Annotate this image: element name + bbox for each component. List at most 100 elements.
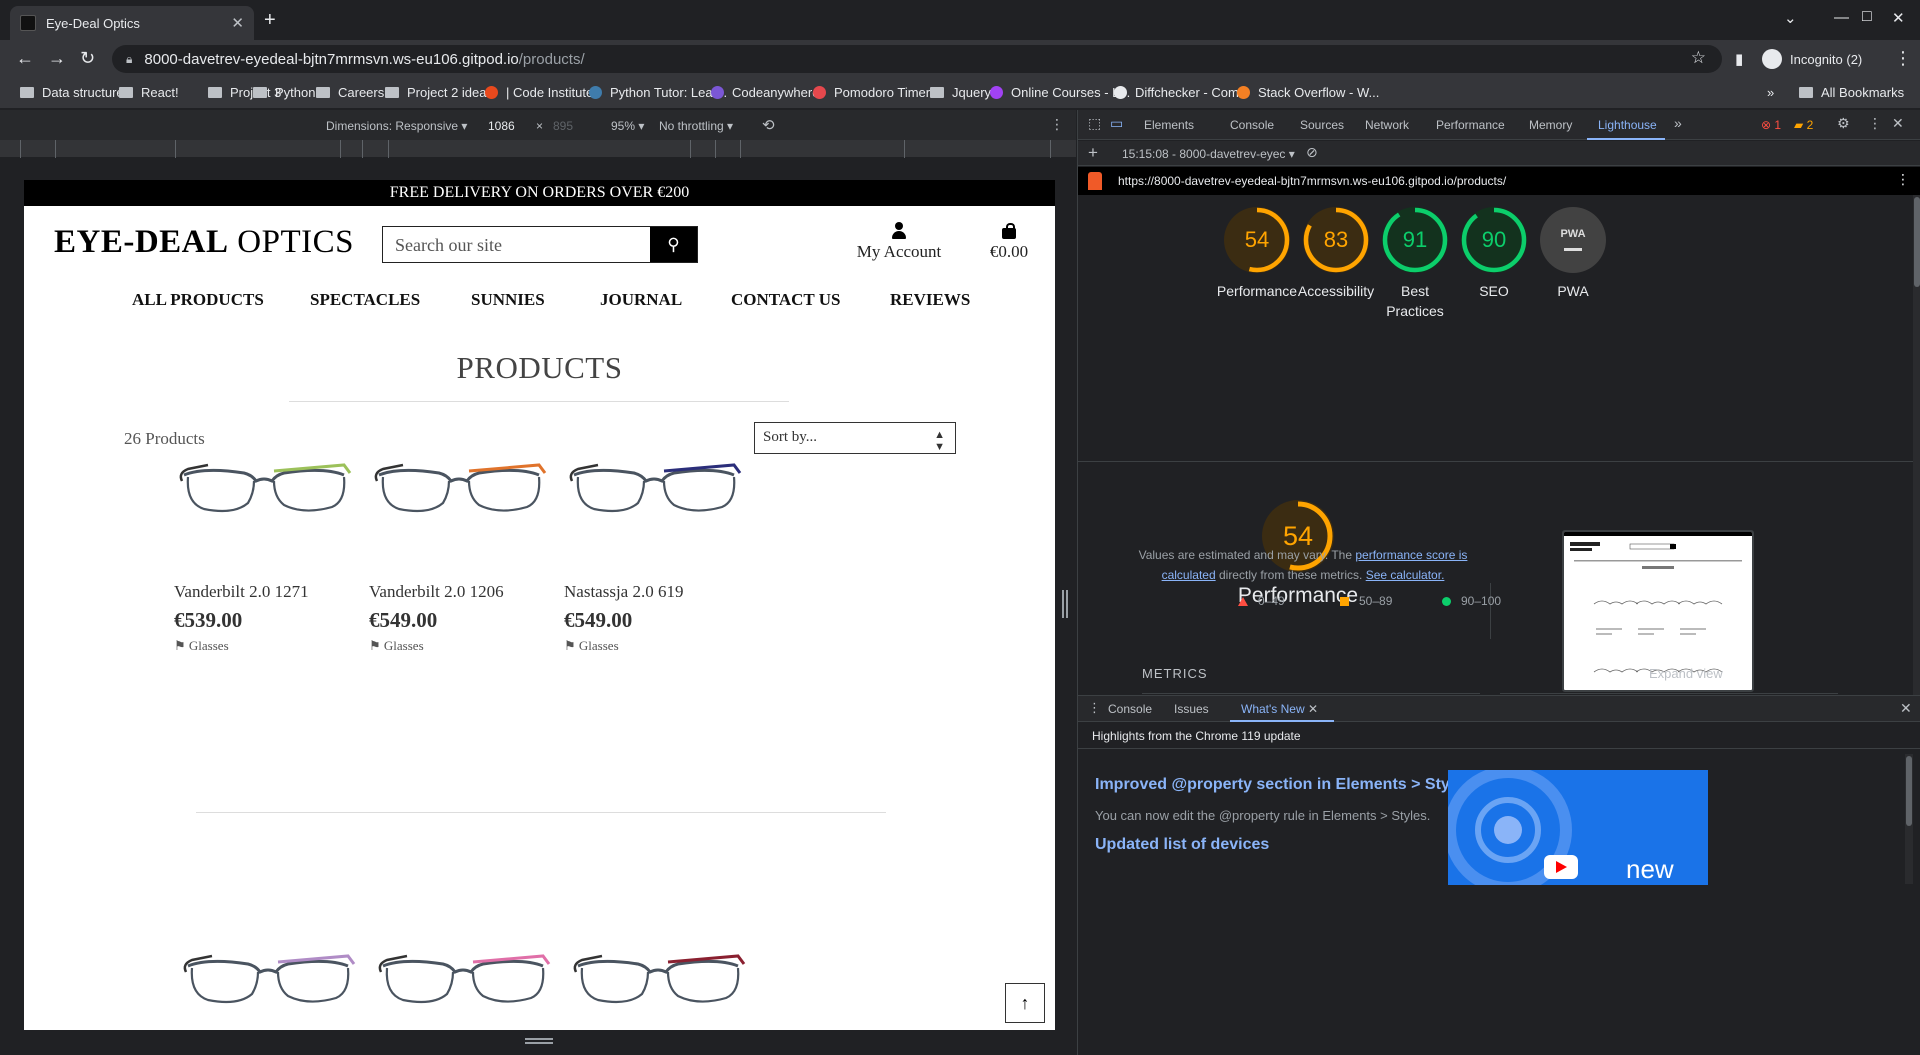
throttling-select[interactable]: No throttling ▾ bbox=[659, 119, 733, 133]
product-name[interactable]: Vanderbilt 2.0 1206 bbox=[369, 582, 504, 602]
dimensions-select[interactable]: Dimensions: Responsive ▾ bbox=[326, 119, 467, 133]
tab-performance[interactable]: Performance bbox=[1436, 118, 1505, 132]
product-category[interactable]: ⚑ Glasses bbox=[369, 638, 424, 654]
score-gauge-pwa[interactable]: PWA PWA bbox=[1523, 207, 1623, 301]
product-category[interactable]: ⚑ Glasses bbox=[174, 638, 229, 654]
whats-new-heading-devices[interactable]: Updated list of devices bbox=[1095, 836, 1269, 854]
nav-spectacles[interactable]: SPECTACLES bbox=[310, 290, 420, 310]
product-image[interactable] bbox=[373, 944, 553, 1019]
my-account-link[interactable]: My Account bbox=[851, 222, 947, 262]
close-tab-icon[interactable]: ✕ bbox=[231, 14, 244, 32]
tab-sources[interactable]: Sources bbox=[1300, 118, 1344, 132]
clear-reports-icon[interactable]: ⊘ bbox=[1306, 144, 1318, 161]
bookmark-item[interactable]: Codeanywhere bbox=[711, 85, 819, 100]
nav-reviews[interactable]: REVIEWS bbox=[890, 290, 970, 310]
viewport-width-input[interactable]: 1086 bbox=[488, 119, 515, 133]
product-image[interactable] bbox=[564, 453, 744, 528]
viewport-height-input[interactable]: 895 bbox=[553, 119, 573, 133]
back-icon[interactable]: ← bbox=[16, 48, 34, 69]
bookmark-item[interactable]: React! bbox=[119, 85, 179, 100]
settings-gear-icon[interactable]: ⚙ bbox=[1837, 115, 1850, 132]
product-image[interactable] bbox=[369, 453, 549, 528]
bookmark-item[interactable]: Online Courses - L... bbox=[990, 85, 1130, 100]
device-toolbar-menu-icon[interactable]: ⋮ bbox=[1050, 116, 1064, 133]
nav-journal[interactable]: JOURNAL bbox=[600, 290, 682, 310]
nav-all-products[interactable]: ALL PRODUCTS bbox=[132, 290, 264, 310]
bookmark-item[interactable]: Project 2 ideas bbox=[385, 85, 493, 100]
forward-icon[interactable]: → bbox=[48, 48, 66, 69]
bookmark-item[interactable]: Data structures bbox=[20, 85, 130, 100]
product-image[interactable] bbox=[178, 944, 358, 1019]
bookmark-item[interactable]: Pomodoro Timer... bbox=[813, 85, 940, 100]
report-menu-icon[interactable]: ⋮ bbox=[1896, 171, 1910, 188]
close-devtools-icon[interactable]: ✕ bbox=[1892, 115, 1904, 132]
see-calculator-link[interactable]: See calculator. bbox=[1366, 568, 1445, 582]
drawer-tab-console[interactable]: Console bbox=[1108, 702, 1152, 716]
devtools-menu-icon[interactable]: ⋮ bbox=[1868, 115, 1882, 132]
bookmark-star-icon[interactable]: ☆ bbox=[1691, 48, 1706, 68]
whats-new-video-thumbnail[interactable]: new bbox=[1448, 770, 1708, 885]
report-scrollbar-thumb[interactable] bbox=[1914, 197, 1920, 287]
close-window-icon[interactable]: ✕ bbox=[1892, 9, 1905, 27]
back-to-top-button[interactable]: ↑ bbox=[1005, 983, 1045, 1023]
lock-icon[interactable]: 🔒︎ bbox=[126, 52, 132, 67]
drawer-tab-issues[interactable]: Issues bbox=[1174, 702, 1209, 716]
search-input[interactable]: Search our site ⚲ bbox=[382, 226, 698, 263]
error-count-badge[interactable]: ⊗ 1 bbox=[1761, 118, 1781, 132]
product-category[interactable]: ⚑ Glasses bbox=[564, 638, 619, 654]
report-selector[interactable]: 15:15:08 - 8000-davetrev-eyec ▾ bbox=[1122, 147, 1295, 161]
whats-new-heading-property[interactable]: Improved @property section in Elements >… bbox=[1095, 776, 1472, 794]
expand-view-toggle[interactable]: Expand view bbox=[1649, 666, 1723, 681]
close-whats-new-icon[interactable]: ✕ bbox=[1308, 702, 1318, 716]
drawer-menu-icon[interactable]: ⋮ bbox=[1088, 700, 1101, 716]
new-tab-icon[interactable]: + bbox=[264, 9, 276, 32]
minimize-icon[interactable]: — bbox=[1834, 9, 1849, 26]
new-report-icon[interactable]: + bbox=[1088, 143, 1098, 163]
more-bookmarks-icon[interactable]: » bbox=[1767, 85, 1774, 100]
browser-tab[interactable]: Eye-Deal Optics ✕ bbox=[10, 6, 254, 40]
warning-count-badge[interactable]: ▰ 2 bbox=[1794, 118, 1813, 132]
all-bookmarks[interactable]: All Bookmarks bbox=[1799, 85, 1904, 100]
profile-button[interactable]: Incognito (2) bbox=[1762, 46, 1862, 72]
rotate-icon[interactable]: ⟲ bbox=[762, 116, 775, 134]
maximize-icon[interactable]: □ bbox=[1862, 8, 1872, 26]
zoom-select[interactable]: 95% ▾ bbox=[611, 119, 644, 133]
product-image[interactable] bbox=[568, 944, 748, 1019]
reload-icon[interactable]: ↻ bbox=[80, 48, 95, 69]
nav-contact-us[interactable]: CONTACT US bbox=[731, 290, 840, 310]
viewport-height-resize-handle[interactable] bbox=[525, 1038, 553, 1044]
drawer-scrollbar-thumb[interactable] bbox=[1906, 756, 1912, 826]
bookmark-item[interactable]: Stack Overflow - W... bbox=[1237, 85, 1379, 100]
close-drawer-icon[interactable]: ✕ bbox=[1900, 700, 1912, 717]
device-toggle-icon[interactable]: ▭ bbox=[1110, 115, 1123, 132]
bookmark-item[interactable]: | Code Institute bbox=[485, 85, 593, 100]
nav-sunnies[interactable]: SUNNIES bbox=[471, 290, 545, 310]
search-button[interactable]: ⚲ bbox=[650, 227, 697, 262]
more-tabs-icon[interactable]: » bbox=[1674, 115, 1682, 131]
product-name[interactable]: Vanderbilt 2.0 1271 bbox=[174, 582, 309, 602]
bookmark-item[interactable]: Python Tutor: Lear... bbox=[589, 85, 727, 100]
chrome-menu-icon[interactable]: ⋮ bbox=[1894, 48, 1912, 69]
site-logo[interactable]: EYE-DEAL OPTICS bbox=[54, 224, 354, 261]
tab-network[interactable]: Network bbox=[1365, 118, 1409, 132]
drawer-scrollbar[interactable] bbox=[1905, 754, 1913, 884]
bookmark-item[interactable]: Diffchecker - Com... bbox=[1114, 85, 1250, 100]
tab-lighthouse[interactable]: Lighthouse bbox=[1598, 118, 1657, 132]
bookmark-item[interactable]: Python bbox=[253, 85, 315, 100]
inspect-element-icon[interactable]: ⬚ bbox=[1088, 115, 1101, 132]
tab-console[interactable]: Console bbox=[1230, 118, 1274, 132]
drawer-tab-whats-new[interactable]: What's New ✕ bbox=[1241, 702, 1318, 716]
media-query-bar[interactable] bbox=[0, 140, 1076, 158]
product-image[interactable] bbox=[174, 453, 354, 528]
bookmark-item[interactable]: Careers bbox=[316, 85, 384, 100]
youtube-play-icon[interactable] bbox=[1544, 855, 1578, 879]
tab-search-icon[interactable]: ⌄ bbox=[1784, 9, 1797, 27]
tab-elements[interactable]: Elements bbox=[1144, 118, 1194, 132]
bookmark-item[interactable]: Jquery bbox=[930, 85, 991, 100]
side-panel-icon[interactable]: ▮ bbox=[1735, 50, 1743, 68]
address-bar[interactable]: 🔒︎ 8000-davetrev-eyedeal-bjtn7mrmsvn.ws-… bbox=[112, 45, 1722, 73]
tab-memory[interactable]: Memory bbox=[1529, 118, 1572, 132]
product-name[interactable]: Nastassja 2.0 619 bbox=[564, 582, 683, 602]
shopping-bag-link[interactable]: €0.00 bbox=[984, 222, 1034, 262]
sort-select[interactable]: Sort by... ▲ ▼ bbox=[754, 422, 956, 454]
